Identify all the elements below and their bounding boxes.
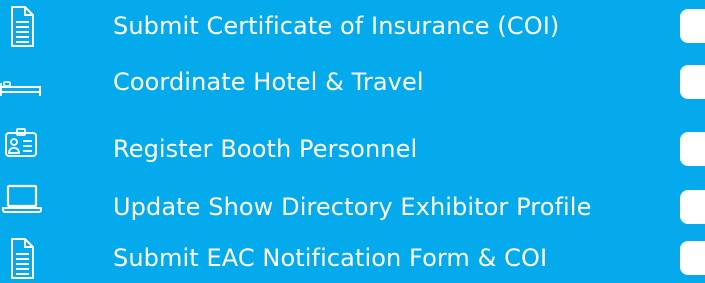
document-icon [0,2,44,52]
checklist-item-label: Update Show Directory Exhibitor Profile [113,193,592,221]
checklist-item-label: Submit Certificate of Insurance (COI) [113,12,560,40]
task-checklist-panel: Submit Certificate of Insurance (COI) Co… [0,0,705,283]
checklist-checkbox[interactable] [680,65,705,99]
checklist-item-label: Coordinate Hotel & Travel [113,68,424,96]
checklist-item-eac-form: Submit EAC Notification Form & COI [0,234,705,283]
checklist-item-booth-personnel: Register Booth Personnel [0,125,705,175]
document-icon [0,234,44,283]
laptop-icon [0,183,44,233]
checklist-checkbox[interactable] [680,241,705,275]
checklist-item-label: Submit EAC Notification Form & COI [113,244,548,272]
checklist-checkbox[interactable] [680,9,705,43]
bed-icon [0,58,44,108]
checklist-item-hotel-travel: Coordinate Hotel & Travel [0,58,705,108]
checklist-item-exhibitor-profile: Update Show Directory Exhibitor Profile [0,183,705,233]
checklist-item-label: Register Booth Personnel [113,135,418,163]
checklist-item-submit-coi: Submit Certificate of Insurance (COI) [0,2,705,52]
checklist-checkbox[interactable] [680,190,705,224]
checklist-checkbox[interactable] [680,132,705,166]
id-badge-icon [0,125,44,175]
